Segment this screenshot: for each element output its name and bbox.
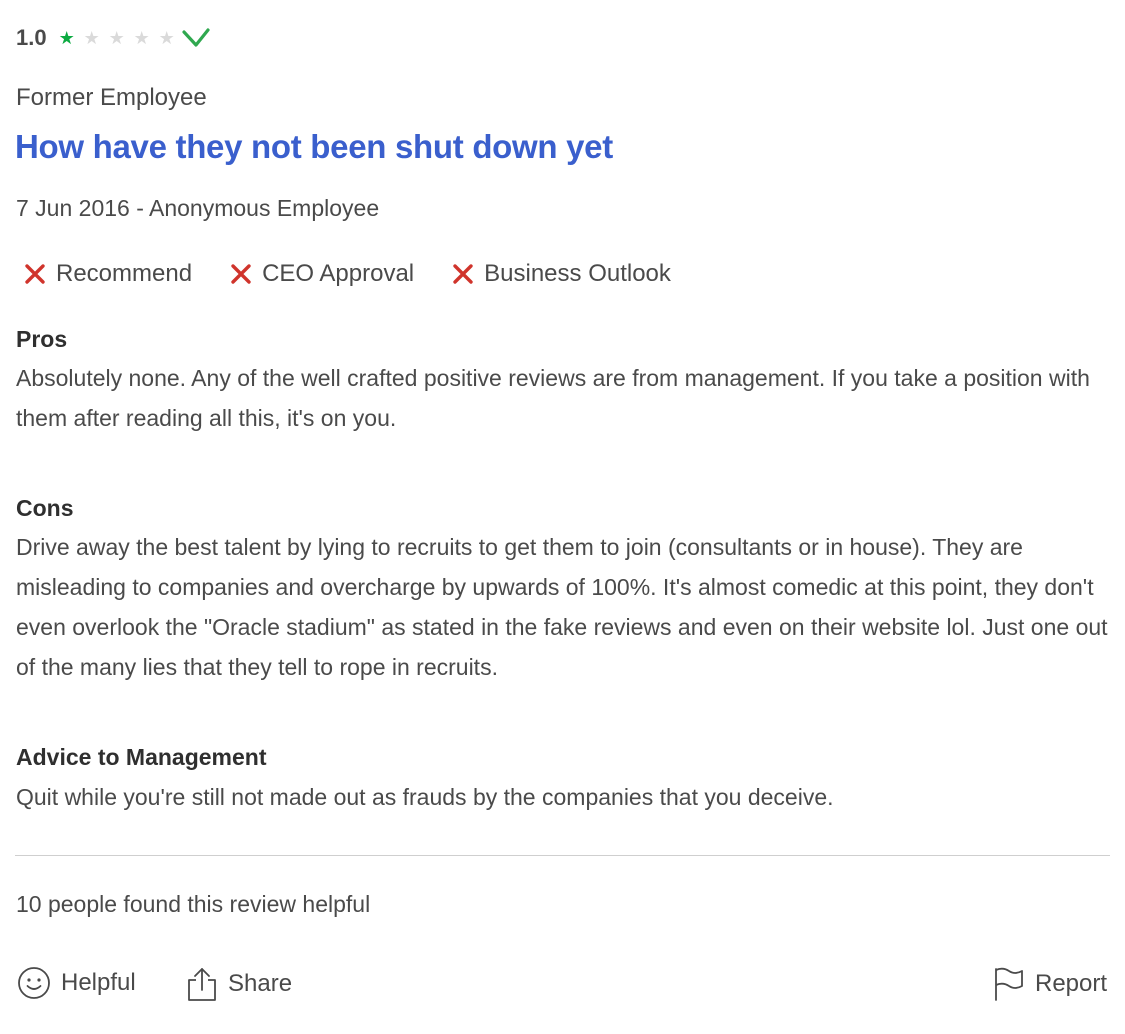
review-badges: Recommend CEO Approval Business Outlook [22, 260, 707, 288]
badge-label: CEO Approval [262, 260, 415, 287]
cons-body: Drive away the best talent by lying to r… [16, 534, 1108, 680]
helpful-button[interactable]: Helpful [17, 966, 136, 1000]
advice-body: Quit while you're still not made out as … [16, 784, 834, 810]
badge-business-outlook: Business Outlook [450, 260, 671, 288]
badge-label: Recommend [56, 260, 193, 287]
flag-icon [995, 967, 1023, 1001]
pros-body: Absolutely none. Any of the well crafted… [16, 365, 1090, 431]
badge-label: Business Outlook [484, 260, 671, 287]
star-empty-icon: ★ [158, 28, 175, 48]
smiley-face-icon [18, 967, 50, 999]
x-icon [450, 261, 476, 287]
badge-ceo-approval: CEO Approval [228, 260, 414, 288]
share-icon [188, 968, 216, 1001]
cons-heading: Cons [16, 495, 74, 521]
share-button[interactable]: Share [186, 966, 292, 1002]
checkmark-icon[interactable] [181, 27, 212, 49]
star-rating: ★ ★ ★ ★ ★ [59, 29, 184, 47]
report-button[interactable]: Report [993, 966, 1107, 1002]
star-filled-icon: ★ [58, 28, 75, 48]
employee-status: Former Employee [16, 84, 207, 111]
badge-recommend: Recommend [22, 260, 192, 288]
review-title[interactable]: How have they not been shut down yet [15, 128, 613, 166]
star-empty-icon: ★ [108, 28, 125, 48]
star-empty-icon: ★ [83, 28, 100, 48]
divider [15, 855, 1110, 856]
x-icon [228, 261, 254, 287]
helpful-count: 10 people found this review helpful [16, 891, 371, 917]
pros-heading: Pros [16, 326, 68, 352]
review-date-author: 7 Jun 2016 - Anonymous Employee [16, 195, 380, 221]
advice-heading: Advice to Management [16, 744, 267, 770]
rating-value: 1.0 [16, 25, 47, 50]
star-empty-icon: ★ [133, 28, 150, 48]
x-icon [22, 261, 48, 287]
report-label: Report [1035, 970, 1108, 997]
helpful-label: Helpful [61, 969, 136, 996]
rating-row: 1.0 ★ ★ ★ ★ ★ [16, 22, 212, 54]
share-label: Share [228, 970, 293, 997]
